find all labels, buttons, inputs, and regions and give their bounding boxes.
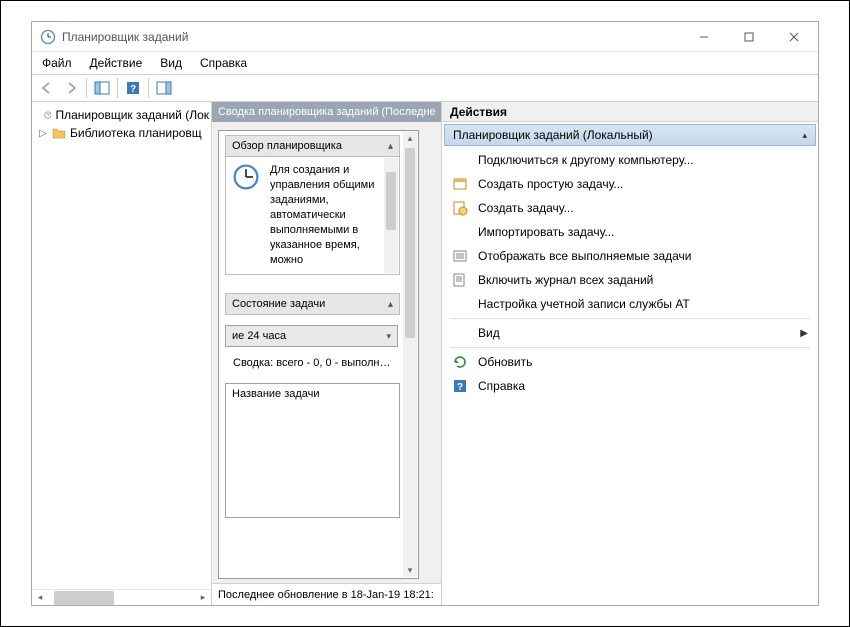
menu-action[interactable]: Действие	[90, 56, 143, 70]
action-enable-history[interactable]: Включить журнал всех заданий	[444, 268, 816, 292]
menubar: Файл Действие Вид Справка	[32, 52, 818, 74]
action-help-label: Справка	[478, 379, 525, 393]
tree-library-label: Библиотека планировщ	[70, 126, 202, 140]
tree-root-label: Планировщик заданий (Лок	[55, 108, 209, 122]
action-show-running-label: Отображать все выполняемые задачи	[478, 249, 692, 263]
menu-file[interactable]: Файл	[42, 56, 72, 70]
refresh-icon	[452, 354, 468, 370]
summary-footer: Последнее обновление в 18-Jan-19 18:21:	[212, 583, 441, 605]
overview-head-label: Обзор планировщика	[232, 140, 342, 152]
minimize-button[interactable]	[681, 23, 726, 51]
action-show-running[interactable]: Отображать все выполняемые задачи	[444, 244, 816, 268]
clock-icon	[232, 163, 262, 268]
summary-line: Сводка: всего - 0, 0 - выполне...	[225, 353, 400, 373]
svg-text:?: ?	[130, 84, 136, 95]
maximize-button[interactable]	[726, 23, 771, 51]
separator	[450, 347, 810, 348]
show-hide-action-button[interactable]	[153, 77, 175, 99]
collapse-icon: ▴	[802, 130, 807, 141]
titlebar: Планировщик заданий	[32, 22, 818, 52]
action-import-label: Импортировать задачу...	[478, 225, 614, 239]
tree-root[interactable]: Планировщик заданий (Лок	[34, 106, 209, 124]
action-create-basic[interactable]: Создать простую задачу...	[444, 172, 816, 196]
folder-icon	[52, 127, 66, 139]
chevron-down-icon: ▾	[386, 331, 391, 342]
overview-text: Для создания и управления общими задания…	[270, 163, 393, 268]
action-view-label: Вид	[478, 326, 500, 340]
clock-icon	[44, 108, 52, 122]
action-at-account[interactable]: Настройка учетной записи службы AT	[444, 292, 816, 316]
show-hide-tree-button[interactable]	[91, 77, 113, 99]
menu-help[interactable]: Справка	[200, 56, 247, 70]
action-refresh-label: Обновить	[478, 355, 532, 369]
help-toolbar-button[interactable]: ?	[122, 77, 144, 99]
app-icon	[40, 29, 56, 45]
toolbar: ?	[32, 74, 818, 102]
help-icon: ?	[452, 378, 468, 394]
actions-title: Действия	[442, 102, 818, 122]
tree-library[interactable]: ▷ Библиотека планировщ	[34, 124, 209, 142]
expand-icon[interactable]: ▷	[38, 128, 48, 139]
submenu-arrow-icon: ▶	[800, 328, 808, 339]
action-create-label: Создать задачу...	[478, 201, 574, 215]
back-button[interactable]	[36, 77, 58, 99]
action-connect[interactable]: Подключиться к другому компьютеру...	[444, 148, 816, 172]
actions-pane: Действия Планировщик заданий (Локальный)…	[442, 102, 818, 605]
window-title: Планировщик заданий	[62, 30, 681, 44]
summary-header: Сводка планировщика заданий (Последне	[212, 102, 441, 122]
overview-section-header[interactable]: Обзор планировщика ▴	[225, 135, 400, 157]
overview-box: Для создания и управления общими задания…	[225, 157, 400, 275]
action-at-account-label: Настройка учетной записи службы AT	[478, 297, 690, 311]
status-section-header[interactable]: Состояние задачи ▴	[225, 293, 400, 315]
overview-scrollbar[interactable]	[384, 158, 398, 273]
period-combo[interactable]: ие 24 часа ▾	[225, 325, 398, 347]
action-enable-history-label: Включить журнал всех заданий	[478, 273, 653, 287]
running-icon	[452, 248, 468, 264]
blank-icon	[452, 152, 468, 168]
actions-subtitle-bar[interactable]: Планировщик заданий (Локальный) ▴	[444, 124, 816, 146]
action-refresh[interactable]: Обновить	[444, 350, 816, 374]
action-help[interactable]: ? Справка	[444, 374, 816, 398]
action-import[interactable]: Импортировать задачу...	[444, 220, 816, 244]
actions-subtitle: Планировщик заданий (Локальный)	[453, 128, 653, 142]
close-button[interactable]	[771, 23, 816, 51]
action-connect-label: Подключиться к другому компьютеру...	[478, 153, 694, 167]
period-combo-value: ие 24 часа	[232, 330, 286, 342]
history-icon	[452, 272, 468, 288]
menu-view[interactable]: Вид	[160, 56, 182, 70]
tree-hscrollbar[interactable]: ◂▸	[32, 589, 211, 605]
task-col-header: Название задачи	[232, 388, 320, 400]
action-create-basic-label: Создать простую задачу...	[478, 177, 623, 191]
summary-scrollbar[interactable]: ▴ ▾	[403, 132, 417, 577]
chevron-up-icon: ▴	[388, 141, 393, 152]
console-tree-pane: Планировщик заданий (Лок ▷ Библиотека пл…	[32, 102, 212, 605]
create-basic-icon	[452, 176, 468, 192]
status-head-label: Состояние задачи	[232, 298, 325, 310]
blank-icon	[452, 325, 468, 341]
create-icon	[452, 200, 468, 216]
chevron-up-icon: ▴	[388, 299, 393, 310]
action-view[interactable]: Вид ▶	[444, 321, 816, 345]
svg-text:?: ?	[457, 382, 463, 393]
task-list[interactable]: Название задачи	[225, 383, 400, 518]
import-icon	[452, 224, 468, 240]
action-create[interactable]: Создать задачу...	[444, 196, 816, 220]
blank-icon	[452, 296, 468, 312]
separator	[450, 318, 810, 319]
summary-pane: Сводка планировщика заданий (Последне Об…	[212, 102, 442, 605]
forward-button[interactable]	[60, 77, 82, 99]
